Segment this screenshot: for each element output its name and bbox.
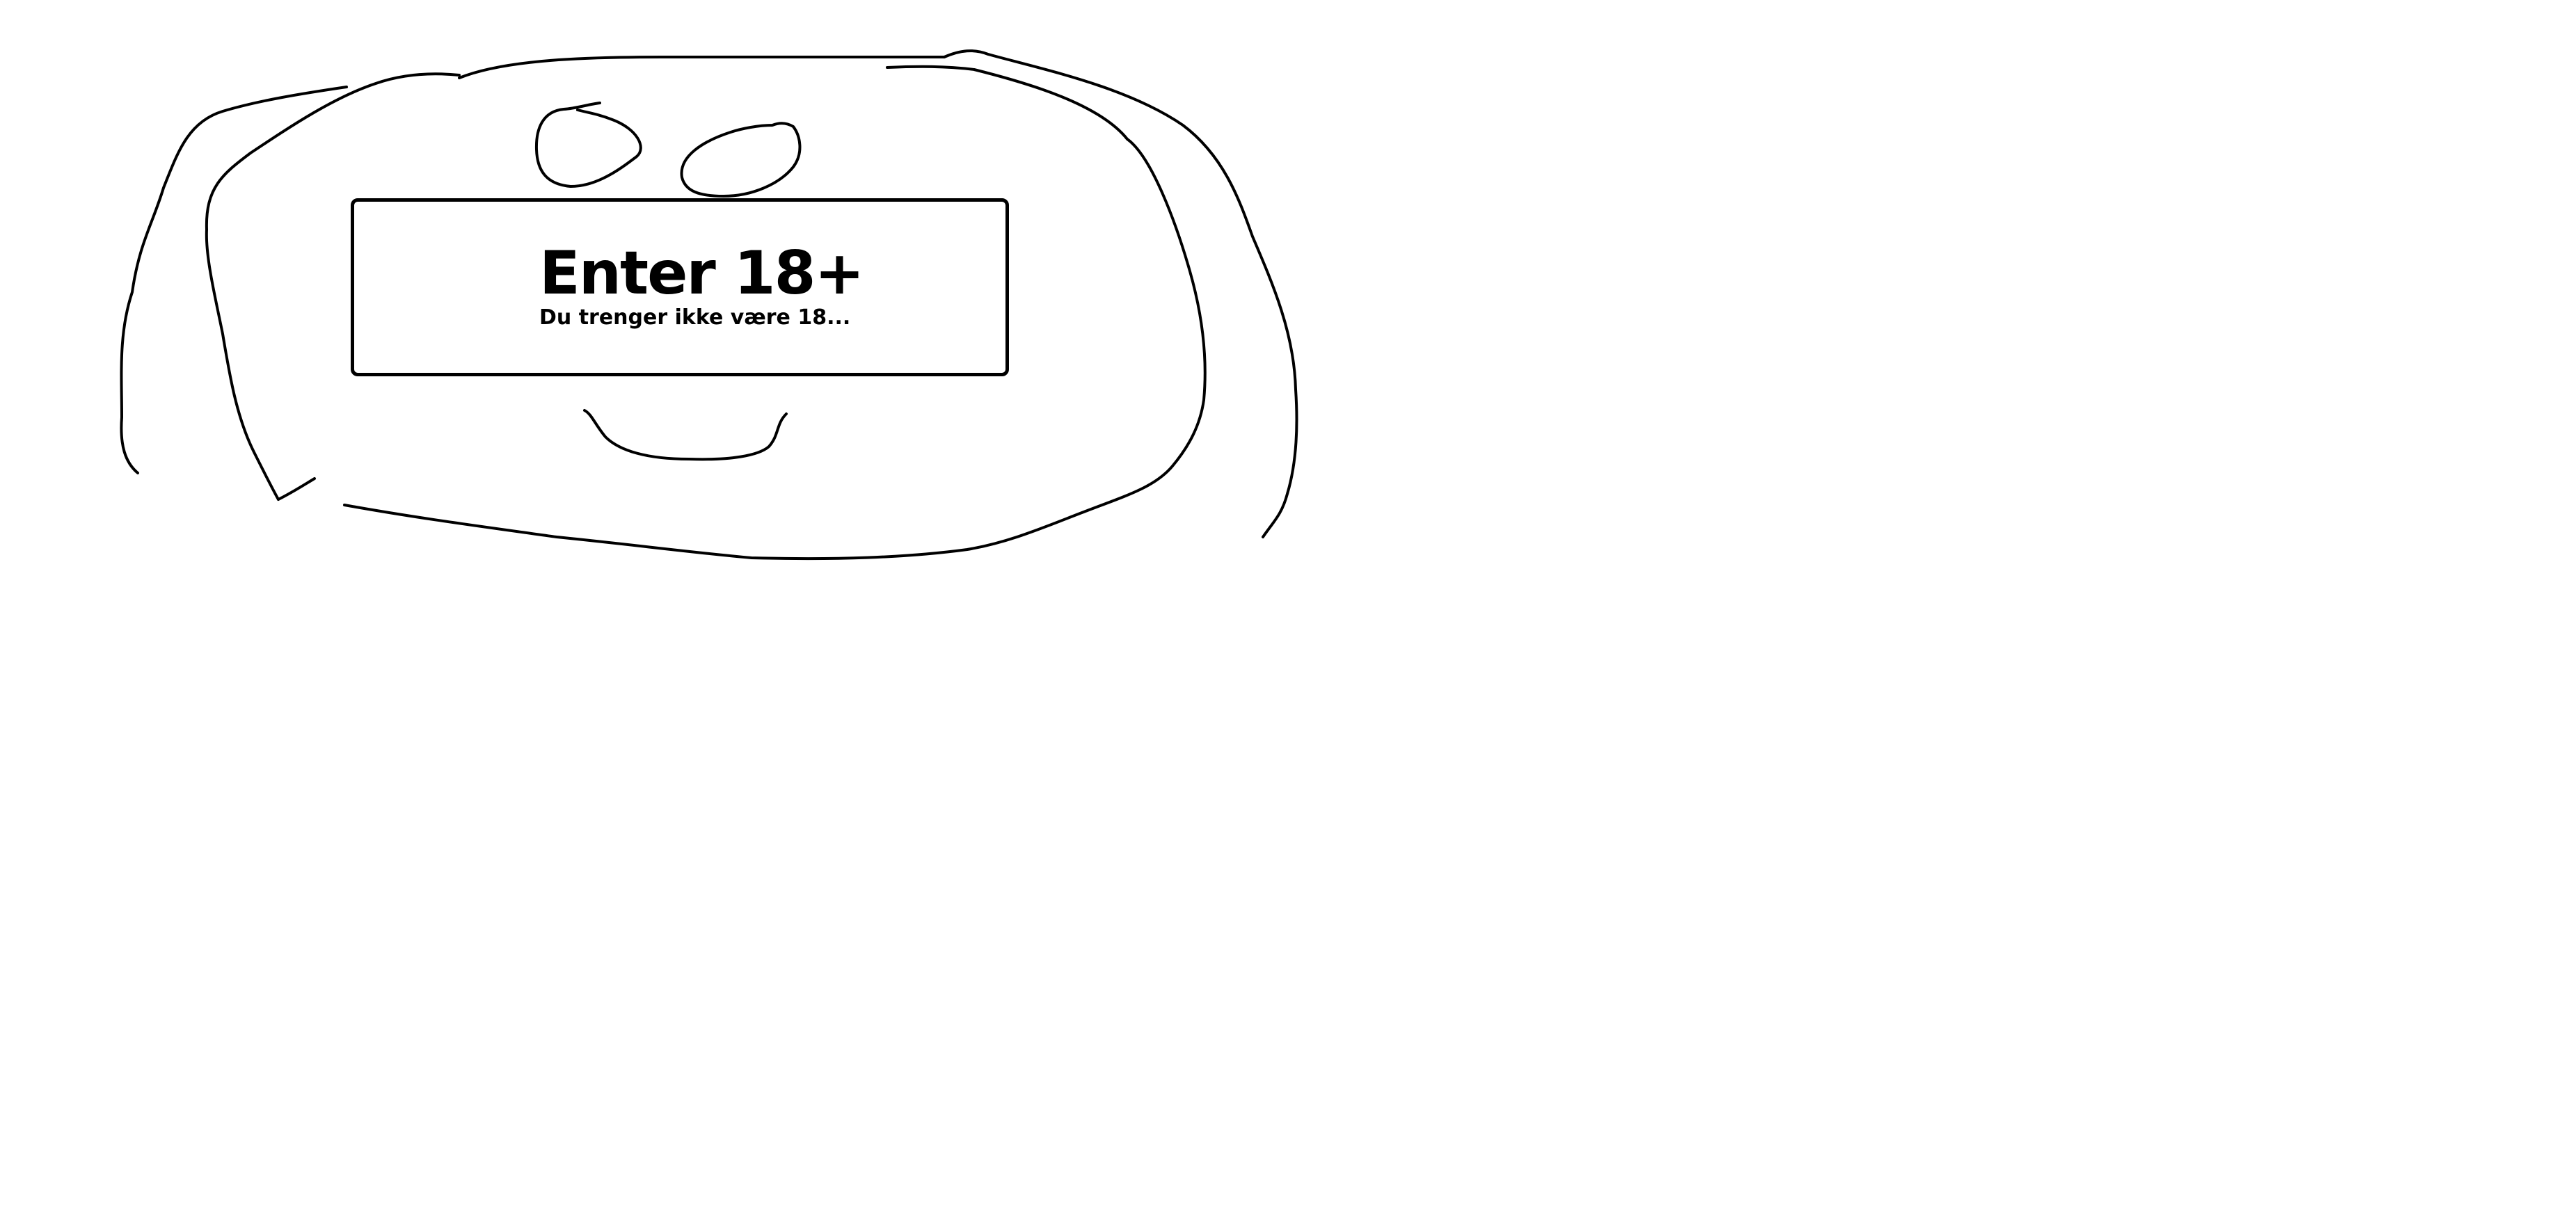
- face-sketch: [120, 49, 1298, 561]
- enter-18-plus-button[interactable]: Enter 18+ Du trenger ikke være 18...: [351, 198, 1009, 376]
- right-eye: [680, 122, 802, 198]
- left-eye: [534, 102, 642, 188]
- head-outline-left-stroke: [120, 86, 348, 474]
- head-outline-top-stroke: [458, 55, 946, 79]
- enter-button-title: Enter 18+: [539, 239, 864, 308]
- chin-tick-stroke: [277, 477, 316, 501]
- enter-button-subtitle: Du trenger ikke være 18...: [539, 305, 851, 330]
- mouth-smile: [583, 409, 788, 461]
